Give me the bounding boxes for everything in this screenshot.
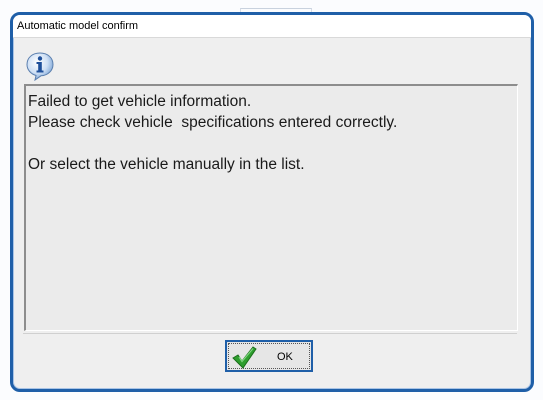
info-icon — [25, 51, 55, 82]
checkmark-icon — [231, 344, 257, 370]
ok-button-label: OK — [277, 351, 293, 363]
message-box: Failed to get vehicle information. Pleas… — [24, 84, 518, 331]
ok-button[interactable]: OK — [225, 340, 313, 372]
message-line: Please check vehicle specifications ente… — [28, 114, 398, 131]
message-line: Failed to get vehicle information. — [28, 93, 252, 110]
message-line: Or select the vehicle manually in the li… — [28, 156, 305, 173]
divider — [23, 333, 517, 334]
title-bar: Automatic model confirm — [13, 15, 531, 38]
confirm-dialog: Automatic model confirm Failed to get ve… — [10, 12, 534, 392]
dialog-title: Automatic model confirm — [17, 20, 139, 32]
message-text: Failed to get vehicle information. Pleas… — [28, 91, 397, 175]
